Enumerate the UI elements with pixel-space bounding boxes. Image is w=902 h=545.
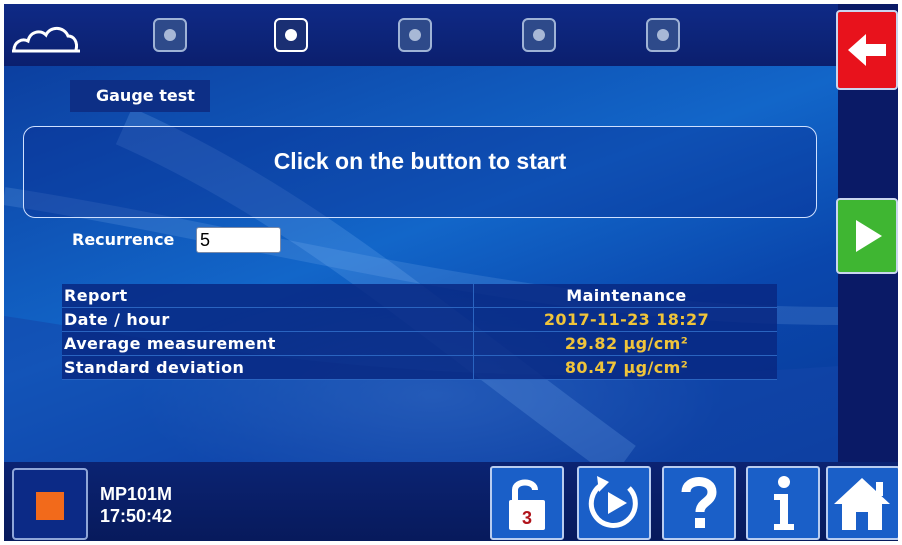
- stop-button[interactable]: [12, 468, 88, 540]
- row-value: 2017-11-23 18:27: [473, 307, 777, 332]
- device-screen: Gauge test Click on the button to start …: [4, 4, 898, 541]
- start-button[interactable]: [836, 198, 898, 274]
- row-value: 80.47 µg/cm²: [473, 355, 777, 380]
- info-button[interactable]: [746, 466, 820, 540]
- main-panel: Gauge test Click on the button to start …: [4, 66, 838, 462]
- row-label: Average measurement: [62, 331, 474, 356]
- lock-button[interactable]: 3: [490, 466, 564, 540]
- step-indicator-5[interactable]: [646, 18, 680, 52]
- recurrence-label: Recurrence: [72, 230, 175, 249]
- report-table: Report Maintenance Date / hour 2017-11-2…: [62, 284, 777, 380]
- lock-level: 3: [522, 508, 532, 528]
- report-header-row: Report Maintenance: [62, 284, 777, 308]
- stop-icon: [36, 492, 64, 520]
- step-indicator-3[interactable]: [398, 18, 432, 52]
- instruction-message: Click on the button to start: [23, 126, 817, 218]
- info-icon: [774, 476, 794, 530]
- page-title: Gauge test: [70, 80, 210, 112]
- bottom-bar: MP101M 17:50:42 3: [4, 462, 898, 541]
- back-button[interactable]: [836, 10, 898, 90]
- top-bar: [4, 4, 838, 66]
- help-icon: [681, 477, 717, 528]
- replay-button[interactable]: [577, 466, 651, 540]
- step-indicator-1[interactable]: [153, 18, 187, 52]
- cloud-logo-icon: [12, 26, 80, 53]
- help-button[interactable]: [662, 466, 736, 540]
- row-label: Standard deviation: [62, 355, 474, 380]
- row-label: Date / hour: [62, 307, 474, 332]
- home-icon: [834, 478, 890, 530]
- clock-time: 17:50:42: [100, 506, 173, 526]
- lock-icon: 3: [509, 479, 545, 530]
- play-icon: [856, 220, 882, 252]
- row-value: 29.82 µg/cm²: [473, 331, 777, 356]
- home-button[interactable]: [826, 466, 898, 540]
- table-row: Standard deviation 80.47 µg/cm²: [62, 355, 777, 380]
- step-indicator-4[interactable]: [522, 18, 556, 52]
- arrow-left-icon: [848, 34, 886, 66]
- table-row: Average measurement 29.82 µg/cm²: [62, 331, 777, 356]
- table-row: Date / hour 2017-11-23 18:27: [62, 307, 777, 332]
- device-name: MP101M: [100, 484, 173, 504]
- replay-icon: [588, 476, 638, 528]
- step-indicator-2[interactable]: [274, 18, 308, 52]
- recurrence-input[interactable]: 5: [196, 227, 281, 253]
- report-header-label: Report: [62, 284, 474, 308]
- report-header-value: Maintenance: [473, 284, 777, 308]
